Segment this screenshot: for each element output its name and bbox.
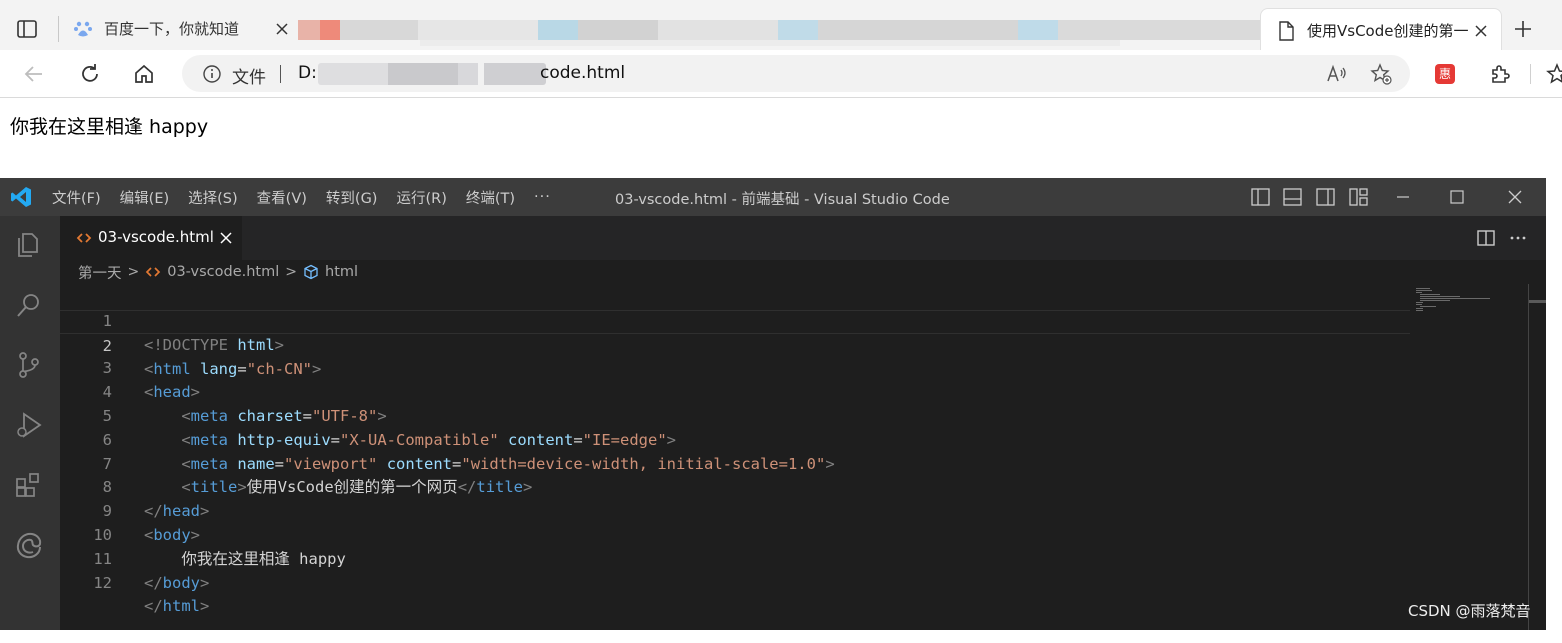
close-window-icon[interactable]	[1505, 187, 1525, 207]
back-arrow-icon[interactable]	[22, 62, 46, 86]
toggle-secondary-sidebar-icon[interactable]	[1316, 188, 1335, 206]
code-line[interactable]: 6 <meta name="viewport" content="width=d…	[60, 405, 1410, 473]
explorer-icon[interactable]	[14, 230, 44, 260]
breadcrumb-file[interactable]: 03-vscode.html	[167, 264, 279, 280]
code-line[interactable]: 4 <meta charset="UTF-8">	[60, 357, 1410, 425]
sidebar-toggle-icon[interactable]	[16, 18, 38, 40]
url-prefix: D:	[298, 63, 317, 83]
close-tab-icon[interactable]	[1471, 21, 1491, 41]
line-content: </body>	[144, 573, 210, 592]
menu-view[interactable]: 查看(V)	[257, 187, 307, 208]
address-bar[interactable]: 文件 D: code.html	[182, 55, 1410, 92]
browser-tab-strip: 百度一下，你就知道 使用VsCode创建的第一	[0, 0, 1562, 50]
menu-edit[interactable]: 编辑(E)	[120, 187, 169, 208]
breadcrumb: 第一天 > 03-vscode.html > html	[60, 260, 1546, 284]
add-favorite-icon[interactable]	[1370, 63, 1392, 85]
page-icon	[1277, 21, 1295, 41]
tab-title-baidu[interactable]: 百度一下，你就知道	[104, 18, 239, 39]
line-number: 12	[93, 573, 112, 592]
code-line-current[interactable]: 2 <html lang="ch-CN">	[60, 309, 1410, 378]
menu-go[interactable]: 转到(G)	[326, 187, 378, 208]
source-control-icon[interactable]	[14, 350, 44, 380]
maximize-icon[interactable]	[1447, 187, 1467, 207]
line-content: </html>	[144, 597, 210, 616]
html-file-icon	[76, 230, 92, 246]
breadcrumb-folder[interactable]: 第一天	[78, 262, 122, 283]
new-tab-icon[interactable]	[1512, 18, 1534, 40]
read-aloud-icon[interactable]	[1326, 64, 1348, 84]
menu-more[interactable]: ···	[534, 189, 551, 205]
menu-run[interactable]: 运行(R)	[396, 187, 446, 208]
close-editor-icon[interactable]	[218, 230, 234, 246]
extensions-puzzle-icon[interactable]	[1488, 62, 1512, 86]
code-line[interactable]: 3 <head>	[60, 334, 1410, 401]
editor-scrollbar[interactable]	[1528, 284, 1529, 630]
page-body-text: 你我在这里相逢 happy	[10, 116, 209, 138]
menu-terminal[interactable]: 终端(T)	[466, 187, 515, 208]
tab-active[interactable]: 使用VsCode创建的第一	[1260, 8, 1502, 50]
menu-file[interactable]: 文件(F)	[52, 187, 101, 208]
more-actions-icon[interactable]	[1508, 228, 1528, 248]
code-line[interactable]: 5 <meta http-equiv="X-UA-Compatible" con…	[60, 381, 1410, 449]
chevron-right-icon: >	[285, 264, 298, 280]
breadcrumb-symbol[interactable]: html	[325, 264, 358, 280]
edge-devtools-icon[interactable]	[14, 530, 44, 560]
chevron-right-icon: >	[127, 264, 140, 280]
tab-divider	[58, 16, 59, 42]
address-bar-row: 文件 D: code.html 惠	[0, 50, 1562, 98]
editor-tab-label: 03-vscode.html	[98, 228, 214, 246]
code-editor[interactable]: 1 <!DOCTYPE html> 2 <html lang="ch-CN"> …	[60, 286, 1410, 616]
editor-tab-active[interactable]: 03-vscode.html	[60, 216, 242, 260]
extension-badge[interactable]: 惠	[1435, 64, 1455, 84]
watermark: CSDN @雨落梵音	[1408, 602, 1531, 620]
info-icon[interactable]	[202, 64, 222, 84]
code-line[interactable]: 11 </body>	[60, 524, 1410, 592]
toggle-panel-icon[interactable]	[1283, 188, 1302, 206]
code-line[interactable]: 1 <!DOCTYPE html>	[60, 286, 1410, 354]
customize-layout-icon[interactable]	[1349, 188, 1368, 206]
toggle-primary-sidebar-icon[interactable]	[1251, 188, 1270, 206]
close-tab-icon[interactable]	[272, 19, 292, 39]
editor-tabs-bar: 03-vscode.html	[60, 216, 1546, 260]
code-line[interactable]: 7 <title>使用VsCode创建的第一个网页</title>	[60, 429, 1410, 497]
token-tag: html	[162, 597, 200, 616]
file-scheme-label: 文件	[232, 68, 266, 88]
split-editor-icon[interactable]	[1476, 228, 1496, 248]
minimize-icon[interactable]	[1393, 187, 1413, 207]
vscode-window-title: 03-vscode.html - 前端基础 - Visual Studio Co…	[615, 192, 950, 208]
menu-selection[interactable]: 选择(S)	[188, 187, 238, 208]
favorites-star-icon[interactable]	[1546, 62, 1562, 86]
home-icon[interactable]	[132, 62, 156, 86]
search-icon[interactable]	[14, 290, 44, 320]
refresh-icon[interactable]	[78, 62, 102, 86]
minimap[interactable]	[1414, 286, 1504, 316]
toolbar-divider	[1530, 64, 1531, 84]
code-line[interactable]: 8 </head>	[60, 453, 1410, 520]
blurred-tabs	[298, 20, 1260, 40]
vscode-menu-bar: 文件(F) 编辑(E) 选择(S) 查看(V) 转到(G) 运行(R) 终端(T…	[52, 178, 551, 216]
html-file-icon	[145, 264, 161, 280]
activity-bar	[0, 216, 60, 630]
code-line[interactable]: 9 <body>	[60, 476, 1410, 544]
token-tag: body	[162, 573, 200, 592]
tab-title-active: 使用VsCode创建的第一	[1307, 22, 1469, 40]
symbol-cube-icon	[303, 264, 319, 280]
vscode-window: 文件(F) 编辑(E) 选择(S) 查看(V) 转到(G) 运行(R) 终端(T…	[0, 178, 1546, 630]
extensions-icon[interactable]	[14, 470, 44, 500]
url-suffix: code.html	[540, 63, 626, 83]
url-blurred-segment	[318, 63, 546, 85]
scrollbar-cursor-marker	[1529, 300, 1546, 303]
baidu-paw-icon	[72, 18, 94, 40]
vscode-logo-icon	[10, 186, 32, 208]
blurred-tabs-shadow	[420, 40, 1120, 46]
run-debug-icon[interactable]	[14, 410, 44, 440]
address-separator	[280, 65, 281, 83]
code-line[interactable]: 10 你我在这里相逢 happy	[60, 500, 1410, 568]
code-line[interactable]: 12 </html>	[60, 548, 1410, 616]
vscode-title-bar: 文件(F) 编辑(E) 选择(S) 查看(V) 转到(G) 运行(R) 终端(T…	[0, 178, 1546, 216]
